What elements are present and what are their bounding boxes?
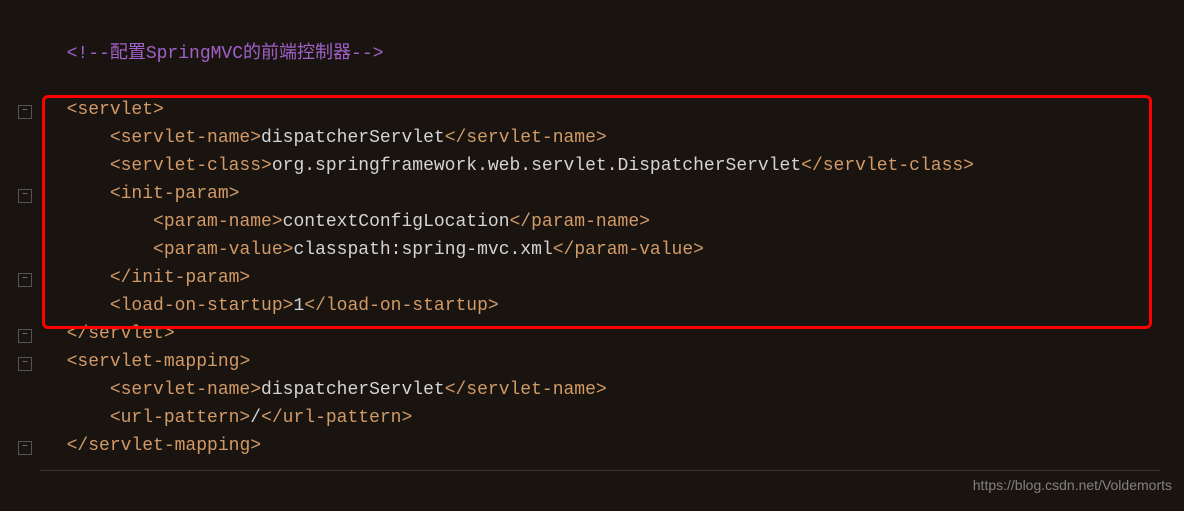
- xml-text: classpath:spring-mvc.xml: [293, 240, 552, 260]
- xml-tag: <servlet-name>: [110, 128, 261, 148]
- xml-tag: <url-pattern>: [110, 408, 250, 428]
- xml-text: /: [250, 408, 261, 428]
- xml-tag: </servlet-name>: [445, 128, 607, 148]
- watermark: https://blog.csdn.net/Voldemorts: [973, 471, 1172, 499]
- xml-text: contextConfigLocation: [283, 212, 510, 232]
- code-line: <servlet-class>org.springframework.web.s…: [45, 152, 1184, 180]
- xml-tag: <param-name>: [153, 212, 283, 232]
- xml-tag: </init-param>: [110, 268, 250, 288]
- xml-tag: </servlet>: [67, 324, 175, 344]
- code-line: <!--配置SpringMVC的前端控制器-->: [45, 40, 1184, 68]
- code-line: [45, 68, 1184, 96]
- code-line: </init-param>: [45, 264, 1184, 292]
- code-line: <servlet>: [45, 96, 1184, 124]
- xml-tag: <servlet-mapping>: [67, 352, 251, 372]
- xml-tag: <init-param>: [110, 184, 240, 204]
- code-line: <param-value>classpath:spring-mvc.xml</p…: [45, 236, 1184, 264]
- xml-comment: <!--配置SpringMVC的前端控制器-->: [67, 44, 384, 64]
- xml-tag: </param-name>: [510, 212, 650, 232]
- xml-tag: </param-value>: [553, 240, 704, 260]
- xml-tag: <servlet-class>: [110, 156, 272, 176]
- xml-tag: </servlet-class>: [801, 156, 974, 176]
- xml-tag: </servlet-name>: [445, 380, 607, 400]
- xml-text: org.springframework.web.servlet.Dispatch…: [272, 156, 801, 176]
- xml-text: dispatcherServlet: [261, 380, 445, 400]
- code-editor[interactable]: <!--配置SpringMVC的前端控制器--> <servlet> <serv…: [0, 0, 1184, 460]
- code-line: <init-param>: [45, 180, 1184, 208]
- code-line: <servlet-name>dispatcherServlet</servlet…: [45, 124, 1184, 152]
- xml-text: dispatcherServlet: [261, 128, 445, 148]
- code-line: <servlet-mapping>: [45, 348, 1184, 376]
- code-line: </servlet-mapping>: [45, 432, 1184, 460]
- xml-tag: </servlet-mapping>: [67, 436, 261, 456]
- xml-tag: <load-on-startup>: [110, 296, 294, 316]
- xml-tag: <servlet>: [67, 100, 164, 120]
- code-line: <load-on-startup>1</load-on-startup>: [45, 292, 1184, 320]
- xml-text: 1: [293, 296, 304, 316]
- code-line: <param-name>contextConfigLocation</param…: [45, 208, 1184, 236]
- xml-tag: <param-value>: [153, 240, 293, 260]
- code-line: </servlet>: [45, 320, 1184, 348]
- xml-tag: </url-pattern>: [261, 408, 412, 428]
- code-line: <url-pattern>/</url-pattern>: [45, 404, 1184, 432]
- code-line: <servlet-name>dispatcherServlet</servlet…: [45, 376, 1184, 404]
- xml-tag: </load-on-startup>: [304, 296, 498, 316]
- xml-tag: <servlet-name>: [110, 380, 261, 400]
